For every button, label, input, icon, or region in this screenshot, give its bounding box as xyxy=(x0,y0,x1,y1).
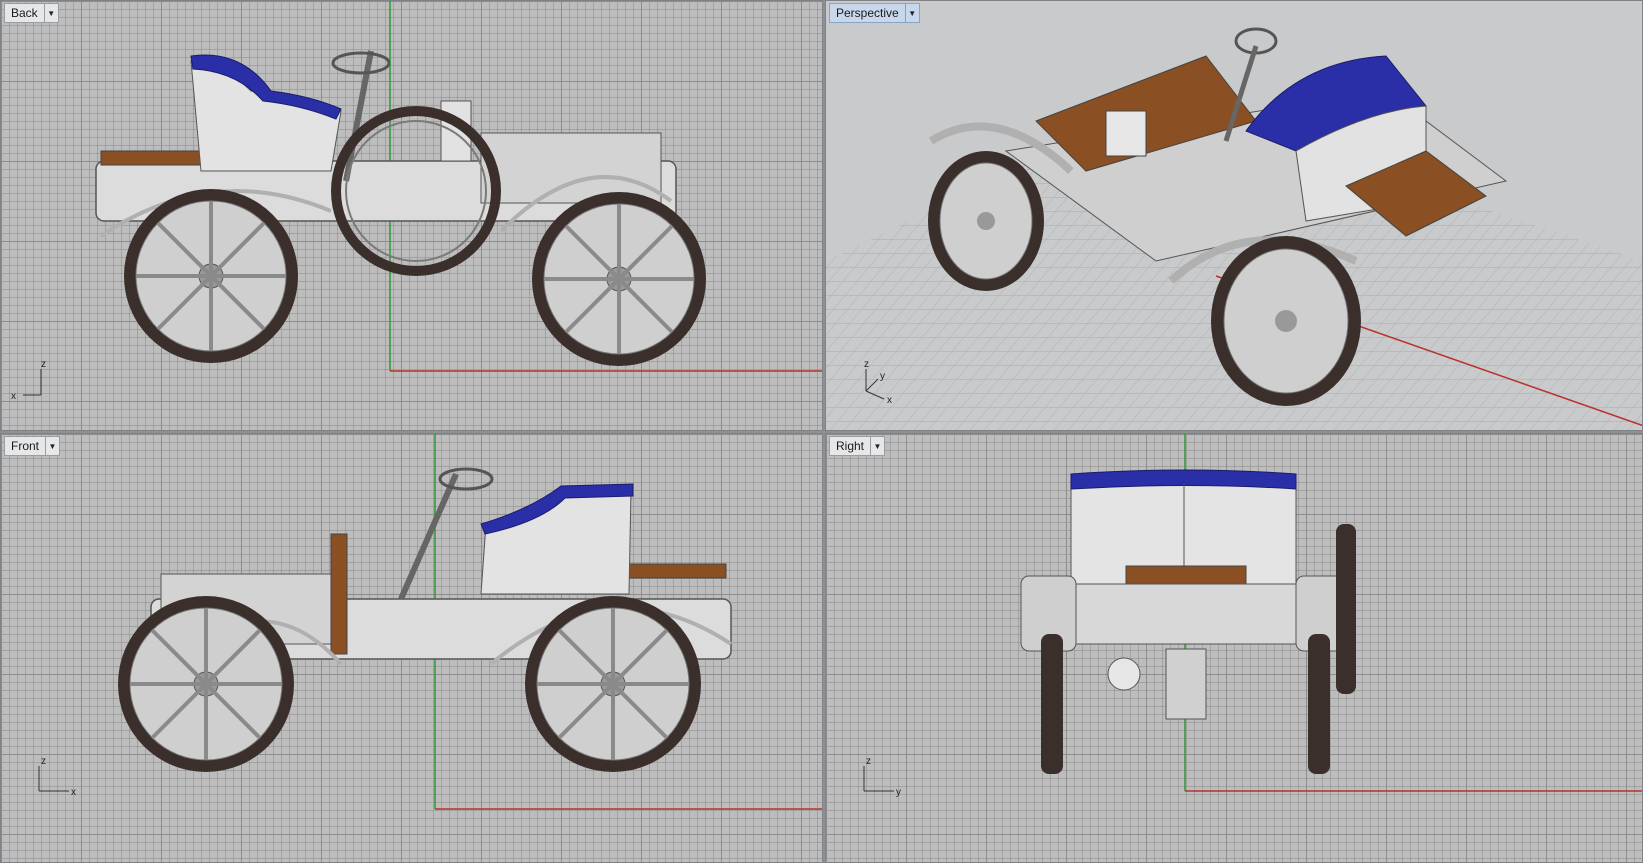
axis-v-label: z xyxy=(866,756,871,767)
viewport-name[interactable]: Perspective xyxy=(830,4,905,22)
viewport-perspective[interactable]: z x y Perspective ▼ xyxy=(825,0,1643,431)
viewport-front[interactable]: Front ▼ z x xyxy=(0,433,823,863)
axis-v-label: z xyxy=(864,359,869,370)
caret-down-icon[interactable]: ▼ xyxy=(43,4,58,22)
caret-down-icon[interactable]: ▼ xyxy=(45,437,59,455)
axis-h-label: x xyxy=(887,395,892,406)
axis-indicator xyxy=(38,766,69,792)
viewport-right[interactable]: Right ▼ z y xyxy=(825,433,1643,863)
car-perspective-model: z x y xyxy=(826,27,1642,430)
wheel-rear-left xyxy=(1211,236,1361,406)
viewport-title-back[interactable]: Back ▼ xyxy=(4,3,59,23)
rear-wheel xyxy=(525,596,701,772)
axis-h-label: y xyxy=(896,787,901,798)
front-wheel xyxy=(118,596,294,772)
viewport-title-front[interactable]: Front ▼ xyxy=(4,436,61,456)
viewport-name[interactable]: Back xyxy=(5,4,44,22)
rhino-four-view-workspace: Back ▼ x z z x y Perspective ▼ Front ▼ z… xyxy=(0,0,1643,863)
axis-indicator xyxy=(23,369,42,396)
viewport-title-perspective[interactable]: Perspective ▼ xyxy=(829,3,920,23)
front-wheel xyxy=(532,192,706,366)
axis-indicator xyxy=(863,766,894,792)
axis-v-label: z xyxy=(41,756,46,767)
caret-down-icon[interactable]: ▼ xyxy=(904,4,919,22)
car-side-model-back: x z xyxy=(11,1,822,402)
wheel-front-left xyxy=(928,151,1044,291)
car-rear-model-right: z y xyxy=(863,434,1642,798)
car-side-model-front: z x xyxy=(38,434,822,810)
spare-tire xyxy=(1336,524,1356,694)
axis-d-label: y xyxy=(880,371,885,382)
axis-h-label: x xyxy=(71,787,76,798)
axis-v-label: z xyxy=(41,359,46,370)
viewport-name[interactable]: Front xyxy=(5,437,45,455)
caret-down-icon[interactable]: ▼ xyxy=(870,437,884,455)
axis-h-label: x xyxy=(11,391,16,402)
viewport-back[interactable]: Back ▼ x z xyxy=(0,0,823,431)
wheel-right xyxy=(1308,634,1330,774)
wheel-left xyxy=(1041,634,1063,774)
rear-wheel xyxy=(124,189,298,363)
viewport-title-right[interactable]: Right ▼ xyxy=(829,436,886,456)
viewport-name[interactable]: Right xyxy=(830,437,870,455)
